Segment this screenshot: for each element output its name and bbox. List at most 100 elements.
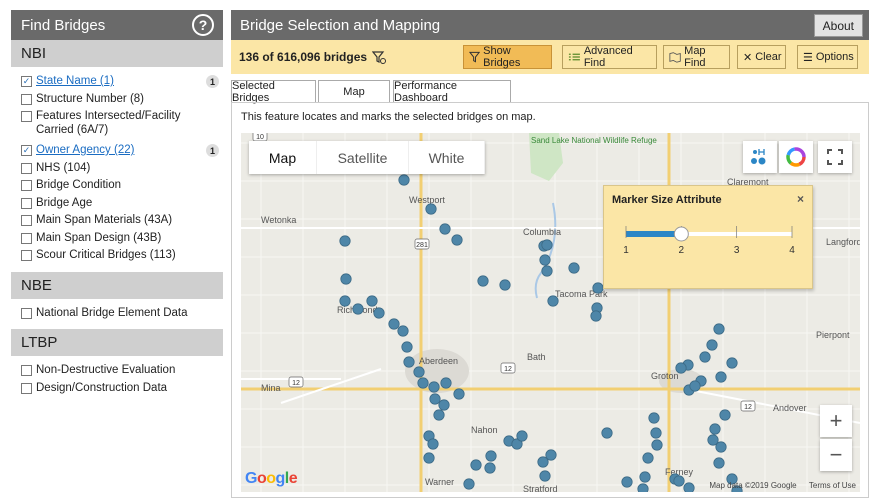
map-icon: [669, 52, 681, 63]
slider-handle[interactable]: [673, 226, 689, 242]
tab-performance-dashboard[interactable]: Performance Dashboard: [393, 80, 511, 104]
checkbox-icon[interactable]: [21, 250, 32, 261]
bridge-marker: [366, 295, 378, 307]
bridge-marker: [568, 262, 580, 274]
section-items: ✓ State Name (1) 1 Structure Number (8) Feat…: [11, 67, 223, 272]
checkbox-icon[interactable]: [21, 215, 32, 226]
advanced-find-button[interactable]: Advanced Find: [562, 45, 657, 69]
bridge-marker: [352, 303, 364, 315]
checkbox-icon[interactable]: [21, 307, 32, 319]
popup-close-icon[interactable]: ×: [797, 192, 804, 206]
main-title: Bridge Selection and Mapping: [240, 16, 441, 34]
map-canvas[interactable]: WestportWetonkaColumbiaRichmondAberdeenB…: [241, 133, 860, 492]
bridge-marker: [673, 475, 685, 487]
zoom-out-button[interactable]: −: [820, 439, 852, 471]
bridge-marker: [719, 409, 731, 421]
filter-item-label: NHS (104): [36, 161, 91, 174]
selection-count-badge: 1: [206, 75, 219, 88]
bridge-marker: [683, 482, 695, 492]
bridge-marker: [601, 427, 613, 439]
bridge-count: 136 of 616,096 bridges: [239, 50, 387, 64]
help-icon[interactable]: ?: [192, 14, 214, 36]
fullscreen-control[interactable]: [818, 141, 852, 173]
bridge-marker: [689, 380, 701, 392]
find-bridges-title: Find Bridges: [21, 16, 106, 34]
checkbox-icon[interactable]: [21, 180, 32, 191]
clear-button[interactable]: ✕ Clear: [737, 45, 786, 69]
checkbox-icon[interactable]: [21, 382, 32, 394]
bridge-marker: [423, 452, 435, 464]
place-label: Wetonka: [261, 215, 296, 225]
filter-item-label[interactable]: State Name (1): [36, 74, 114, 88]
checkbox-icon[interactable]: [21, 232, 32, 244]
filter-item[interactable]: Structure Number (8): [21, 92, 223, 110]
bridge-marker: [438, 399, 450, 411]
checkbox-icon[interactable]: [21, 111, 32, 122]
filter-item[interactable]: NHS (104): [21, 161, 223, 179]
section-items: Non-Destructive Evaluation Design/Constru…: [11, 356, 223, 404]
tab-map[interactable]: Map: [318, 80, 390, 103]
bridge-marker: [726, 357, 738, 369]
legend-control[interactable]: [743, 141, 777, 173]
color-control[interactable]: [779, 141, 813, 173]
tab-label: Selected Bridges: [232, 79, 275, 104]
tab-selected-bridges[interactable]: Selected Bridges: [231, 79, 316, 104]
bridge-marker: [539, 254, 551, 266]
checkbox-checked-icon[interactable]: ✓: [21, 76, 32, 87]
filter-item[interactable]: Non-Destructive Evaluation: [21, 363, 223, 381]
about-button[interactable]: About: [813, 14, 863, 37]
filter-item[interactable]: ✓ State Name (1) 1: [21, 74, 223, 92]
filter-item[interactable]: Bridge Condition: [21, 178, 223, 196]
route-number: 281: [416, 242, 428, 249]
bridge-marker: [516, 430, 528, 442]
filter-item[interactable]: Scour Critical Bridges (113): [21, 248, 223, 266]
checkbox-icon[interactable]: [21, 365, 32, 376]
filter-item[interactable]: Design/Construction Data: [21, 381, 223, 399]
checkbox-icon[interactable]: [21, 162, 32, 174]
route-number: 12: [504, 366, 512, 373]
bridge-marker: [339, 295, 351, 307]
map-type-control: Map Satellite White: [249, 141, 485, 174]
options-button[interactable]: ☰ Options: [797, 45, 858, 69]
filter-item-label[interactable]: Owner Agency (22): [36, 143, 134, 157]
filter-item-label: National Bridge Element Data: [36, 306, 188, 319]
filter-item-label: Non-Destructive Evaluation: [36, 364, 176, 376]
marker-size-popup: Marker Size Attribute × 1 2 3 4: [603, 185, 813, 289]
bridge-marker: [453, 388, 465, 400]
filter-item[interactable]: Bridge Age: [21, 196, 223, 214]
place-label: Langford: [826, 237, 860, 247]
bridge-marker: [440, 377, 452, 389]
filter-clear-icon[interactable]: [372, 50, 387, 64]
filter-item[interactable]: Features Intersected/Facility Carried (6…: [21, 109, 223, 143]
zoom-in-button[interactable]: +: [820, 405, 852, 437]
map-type-map[interactable]: Map: [249, 141, 317, 174]
size-slider[interactable]: 1 2 3 4: [604, 216, 814, 286]
map-type-white[interactable]: White: [409, 141, 485, 174]
filter-item-label: Structure Number (8): [36, 92, 145, 105]
section-header-nbe: NBE: [11, 271, 223, 299]
slider-tick-label: 1: [623, 245, 629, 256]
checkbox-icon[interactable]: [21, 93, 32, 105]
bridge-marker: [713, 323, 725, 335]
filter-item[interactable]: Main Span Design (43B): [21, 231, 223, 249]
filter-item-label: Design/Construction Data: [36, 381, 168, 394]
filter-item[interactable]: ✓ Owner Agency (22) 1: [21, 143, 223, 161]
find-bridges-panel: Find Bridges ? NBI ✓ State Name (1) 1 Struct…: [11, 10, 223, 496]
filter-item[interactable]: National Bridge Element Data: [21, 306, 223, 324]
map-find-button[interactable]: Map Find: [663, 45, 730, 69]
terms-link[interactable]: Terms of Use: [809, 481, 856, 490]
bridge-marker: [537, 456, 549, 468]
checkbox-icon[interactable]: [21, 197, 32, 209]
bridge-marker: [547, 295, 559, 307]
tab-bar: Selected Bridges Map Performance Dashboa…: [231, 79, 869, 104]
map-type-satellite[interactable]: Satellite: [317, 141, 409, 174]
clear-label: Clear: [755, 51, 782, 63]
show-bridges-button[interactable]: Show Bridges: [463, 45, 552, 69]
checkbox-checked-icon[interactable]: ✓: [21, 145, 32, 156]
bridge-marker: [339, 235, 351, 247]
bridge-marker: [477, 275, 489, 287]
bridge-marker: [427, 438, 439, 450]
filter-item[interactable]: Main Span Materials (43A): [21, 213, 223, 231]
bridge-marker: [425, 203, 437, 215]
advanced-find-label: Advanced Find: [583, 45, 633, 69]
